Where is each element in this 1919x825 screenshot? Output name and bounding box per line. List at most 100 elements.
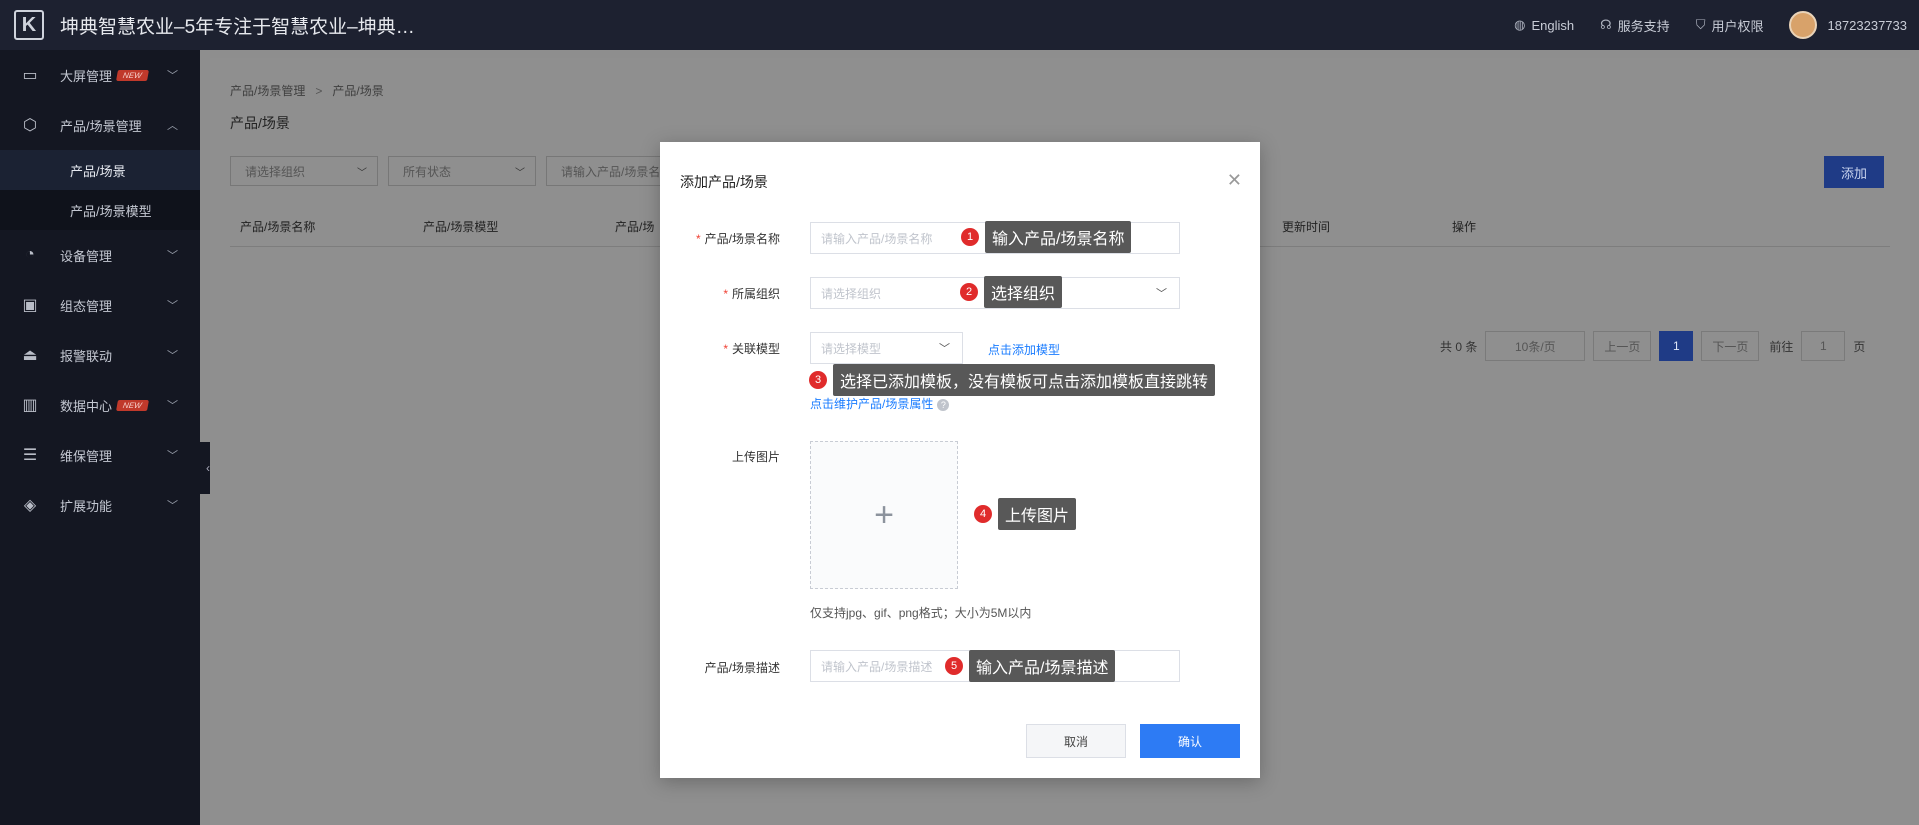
breadcrumb-item-current: 产品/场景 xyxy=(332,84,384,98)
chevron-down-icon: ﹀ xyxy=(939,343,950,355)
monitor-icon: ▭ xyxy=(22,67,38,84)
sidebar-item-label: 数据中心 xyxy=(60,398,113,414)
page-size-select[interactable]: 10条/页 xyxy=(1485,331,1586,361)
chevron-down-icon: ﹀ xyxy=(167,500,178,512)
upload-hint: 仅支持jpg、gif、png格式；大小为5M以内 xyxy=(810,606,1032,620)
status-filter-select[interactable]: 所有状态 ﹀ xyxy=(388,156,536,186)
step-tip: 输入产品/场景描述 xyxy=(969,650,1116,682)
desc-field-label: 产品/场景描述 xyxy=(704,661,780,675)
breadcrumb: 产品/场景管理 > 产品/场景 xyxy=(230,82,384,99)
add-button[interactable]: 添加 xyxy=(1824,156,1884,188)
help-icon[interactable]: ? xyxy=(937,398,950,411)
name-input-placeholder: 请输入产品/场景名称 xyxy=(821,231,933,246)
sidebar-item-data-center[interactable]: ▥ 数据中心 NEW ﹀ xyxy=(0,380,200,430)
sidebar-subitem-products[interactable]: 产品/场景 xyxy=(0,150,200,190)
chevron-down-icon: ﹀ xyxy=(1156,288,1167,300)
app-title: 坤典智慧农业–5年专注于智慧农业–坤典… xyxy=(60,16,415,38)
header-actions: ◍ English ☊ 服务支持 ⛉ 用户权限 18723237733 xyxy=(1514,0,1919,50)
cancel-button[interactable]: 取消 xyxy=(1026,724,1126,758)
page-number-button[interactable]: 1 xyxy=(1659,331,1694,361)
permissions-label: 用户权限 xyxy=(1711,18,1764,34)
step-callout-3: 3 选择已添加模板，没有模板可点击添加模板直接跳转 xyxy=(809,364,1216,396)
image-icon: ▣ xyxy=(22,297,38,314)
step-callout-1: 1 输入产品/场景名称 xyxy=(961,221,1132,253)
chevron-right-icon: > xyxy=(315,84,323,98)
total-count: 共 0 条 xyxy=(1440,339,1478,354)
model-select-placeholder: 请选择模型 xyxy=(821,341,882,356)
maintain-properties-link[interactable]: 点击维护产品/场景属性? xyxy=(810,395,950,412)
shield-icon: ⛉ xyxy=(1695,17,1706,32)
pie-chart-icon: ◔ xyxy=(25,246,35,263)
sidebar-item-label: 维保管理 xyxy=(60,448,113,464)
new-badge: NEW xyxy=(116,69,149,81)
close-icon[interactable]: ✕ xyxy=(1227,170,1242,191)
page-title: 产品/场景 xyxy=(230,115,290,131)
step-number-badge: 2 xyxy=(960,283,978,301)
sidebar-item-maintenance[interactable]: ☰ 维保管理 ﹀ xyxy=(0,430,200,480)
chevron-down-icon: ﹀ xyxy=(167,450,178,462)
chevron-down-icon: ﹀ xyxy=(167,350,178,362)
user-phone[interactable]: 18723237733 xyxy=(1827,18,1907,33)
column-header: 产品/场 xyxy=(615,220,655,234)
support-link[interactable]: ☊ 服务支持 xyxy=(1600,16,1670,35)
step-tip: 选择已添加模板，没有模板可点击添加模板直接跳转 xyxy=(833,364,1216,396)
step-number-badge: 4 xyxy=(974,505,992,523)
confirm-button[interactable]: 确认 xyxy=(1140,724,1240,758)
sidebar-item-label: 扩展功能 xyxy=(60,498,113,514)
description-placeholder: 请输入产品/场景描述 xyxy=(821,659,933,674)
sidebar-item-dashboard[interactable]: ▭ 大屏管理 NEW ﹀ xyxy=(0,50,200,100)
org-filter-placeholder: 请选择组织 xyxy=(245,164,306,179)
step-tip: 选择组织 xyxy=(984,276,1063,308)
org-filter-select[interactable]: 请选择组织 ﹀ xyxy=(230,156,378,186)
bar-chart-icon: ▥ xyxy=(22,397,38,414)
sidebar-item-label: 设备管理 xyxy=(60,248,113,264)
alarm-icon: ⏏ xyxy=(22,347,38,364)
chevron-down-icon: ﹀ xyxy=(167,70,178,82)
headset-icon: ☊ xyxy=(1600,17,1612,32)
step-tip: 上传图片 xyxy=(998,498,1077,530)
sidebar: ▭ 大屏管理 NEW ﹀ ⬡ 产品/场景管理 ︿ 产品/场景 产品/场景模型 ◔… xyxy=(0,50,200,825)
sidebar-item-label: 产品/场景管理 xyxy=(60,118,142,134)
org-select-placeholder: 请选择组织 xyxy=(821,286,882,301)
step-number-badge: 1 xyxy=(961,228,979,246)
step-callout-5: 5 输入产品/场景描述 xyxy=(945,650,1116,682)
sidebar-item-extensions[interactable]: ◈ 扩展功能 ﹀ xyxy=(0,480,200,530)
logo-icon[interactable]: K xyxy=(14,10,44,40)
add-model-link[interactable]: 点击添加模型 xyxy=(988,341,1060,358)
model-select[interactable]: 请选择模型 ﹀ xyxy=(810,332,963,364)
top-header: K 坤典智慧农业–5年专注于智慧农业–坤典… ◍ English ☊ 服务支持 … xyxy=(0,0,1919,50)
goto-page-input[interactable]: 1 xyxy=(1801,331,1846,361)
prev-page-button[interactable]: 上一页 xyxy=(1593,331,1652,361)
new-badge: NEW xyxy=(116,399,149,411)
chevron-down-icon: ﹀ xyxy=(167,300,178,312)
sidebar-item-alarms[interactable]: ⏏ 报警联动 ﹀ xyxy=(0,330,200,380)
sidebar-item-devices[interactable]: ◔ 设备管理 ﹀ xyxy=(0,230,200,280)
chevron-up-icon: ︿ xyxy=(167,120,178,132)
breadcrumb-item[interactable]: 产品/场景管理 xyxy=(230,84,305,98)
sidebar-item-configuration[interactable]: ▣ 组态管理 ﹀ xyxy=(0,280,200,330)
next-page-button[interactable]: 下一页 xyxy=(1701,331,1760,361)
upload-field-label: 上传图片 xyxy=(731,450,780,464)
sidebar-item-label: 大屏管理 xyxy=(60,68,113,84)
sidebar-item-products[interactable]: ⬡ 产品/场景管理 ︿ xyxy=(0,100,200,150)
dialog-title: 添加产品/场景 xyxy=(680,174,768,190)
app-root: K 坤典智慧农业–5年专注于智慧农业–坤典… ◍ English ☊ 服务支持 … xyxy=(0,0,1919,825)
plus-icon: + xyxy=(874,495,894,534)
chevron-down-icon: ﹀ xyxy=(167,250,178,262)
language-switch[interactable]: ◍ English xyxy=(1514,17,1574,33)
column-header: 产品/场景名称 xyxy=(240,220,316,234)
name-search-input[interactable]: 请输入产品/场景名 xyxy=(546,156,666,186)
sidebar-item-label: 组态管理 xyxy=(60,298,113,314)
column-header: 操作 xyxy=(1452,220,1477,234)
sidebar-subitem-product-models[interactable]: 产品/场景模型 xyxy=(0,190,200,230)
name-field-label: * 产品/场景名称 xyxy=(695,232,780,246)
globe-icon: ◍ xyxy=(1514,17,1526,32)
permissions-link[interactable]: ⛉ 用户权限 xyxy=(1696,16,1764,35)
pagination: 共 0 条 10条/页 上一页 1 下一页 前往 1 页 xyxy=(1440,331,1865,361)
avatar[interactable] xyxy=(1789,11,1818,39)
column-header: 更新时间 xyxy=(1282,220,1331,234)
maintenance-icon: ☰ xyxy=(22,447,38,464)
image-upload-area[interactable]: + xyxy=(810,441,958,589)
page-unit-label: 页 xyxy=(1853,339,1866,354)
add-product-dialog: 添加产品/场景 ✕ * 产品/场景名称 请输入产品/场景名称 * 所属组织 请选择组… xyxy=(660,142,1260,778)
